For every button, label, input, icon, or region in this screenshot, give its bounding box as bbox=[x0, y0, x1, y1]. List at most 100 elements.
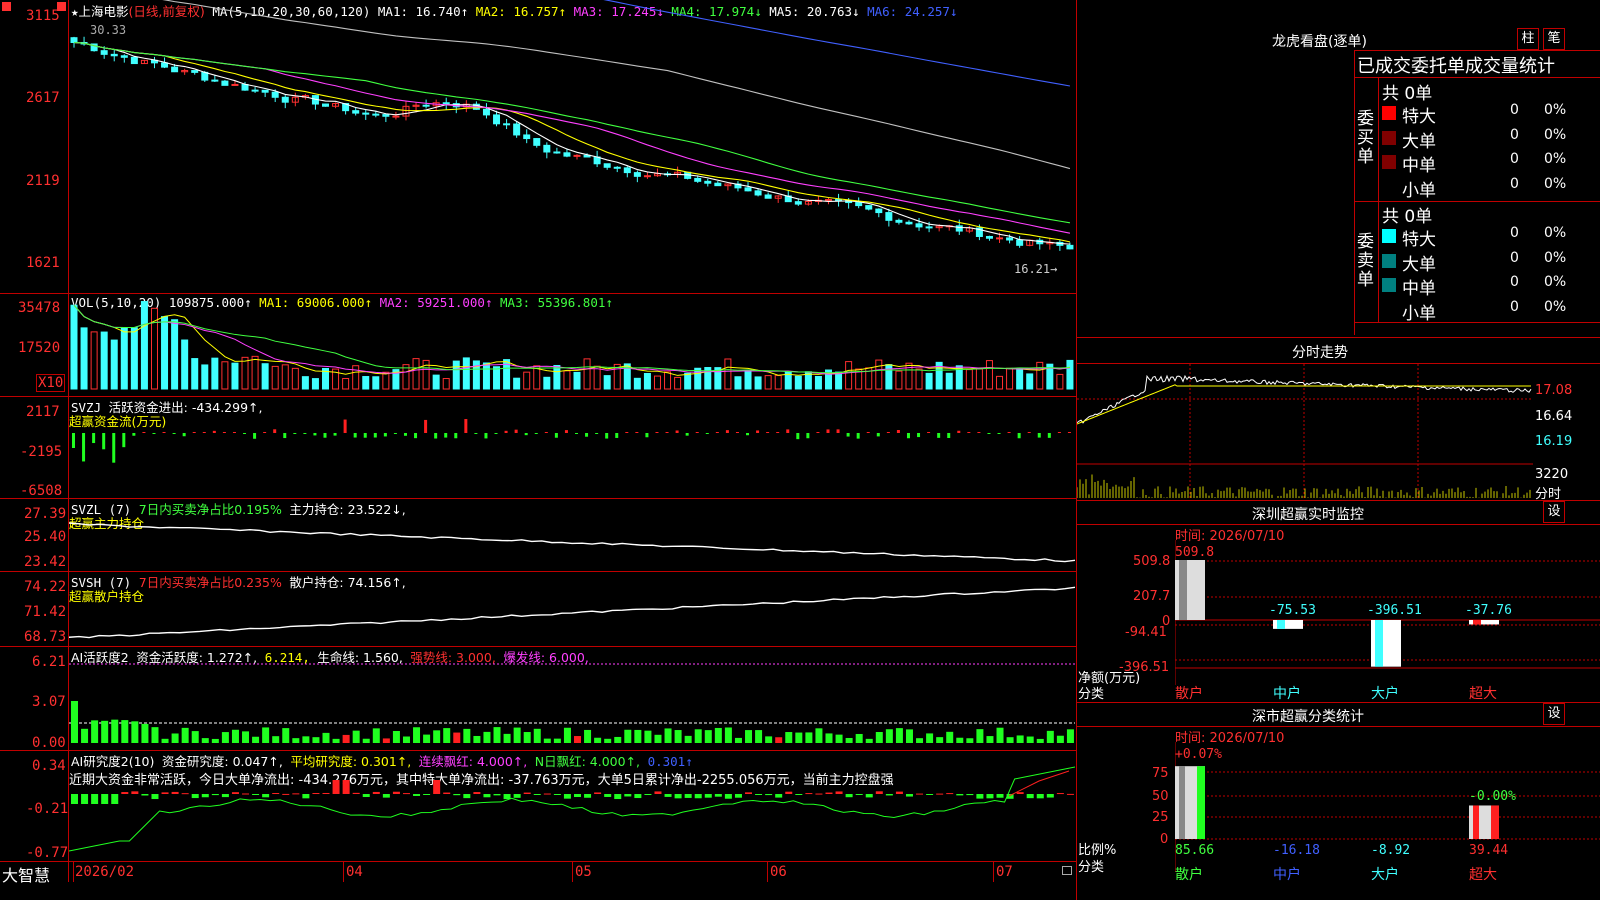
flow-bar bbox=[524, 433, 528, 436]
volume-bar bbox=[110, 339, 118, 390]
research-bar bbox=[221, 794, 229, 798]
research-bar bbox=[946, 793, 954, 795]
main-ytick-0: 3115 bbox=[26, 8, 60, 24]
svzj-chart[interactable] bbox=[69, 397, 1075, 498]
candle bbox=[322, 103, 329, 107]
activity-bar bbox=[312, 737, 320, 743]
ai2-ytick-2: -0.77 bbox=[26, 845, 69, 861]
monitor-settings-button[interactable]: 设 bbox=[1543, 501, 1565, 523]
activity-bar bbox=[302, 736, 310, 743]
candle bbox=[382, 114, 390, 117]
candle bbox=[643, 175, 651, 178]
volume-bar bbox=[573, 371, 581, 390]
research-bar bbox=[493, 794, 501, 796]
flow-bar bbox=[152, 433, 156, 434]
flow-bar bbox=[494, 433, 498, 434]
flow-bar bbox=[977, 432, 981, 433]
volume-bar bbox=[120, 327, 128, 390]
monitor-ytick-0: 509.8 bbox=[1133, 554, 1171, 569]
monitor-value: -75.53 bbox=[1269, 603, 1316, 618]
flow-bar bbox=[615, 433, 619, 438]
research-bar bbox=[986, 794, 994, 799]
intraday-ytick-2: 16.19 bbox=[1535, 434, 1573, 449]
candle bbox=[372, 113, 380, 116]
research-bar bbox=[1016, 792, 1024, 794]
classify-settings-button[interactable]: 设 bbox=[1543, 703, 1565, 725]
flow-bar bbox=[886, 432, 890, 433]
flow-bar bbox=[917, 433, 921, 438]
activity-bar bbox=[382, 738, 390, 743]
tick-view-button[interactable]: 笔 bbox=[1543, 28, 1565, 50]
flow-bar bbox=[212, 430, 216, 433]
svsh-chart[interactable] bbox=[69, 572, 1075, 646]
color-swatch bbox=[1382, 302, 1396, 317]
ai2-chart[interactable] bbox=[69, 751, 1075, 861]
research-bar bbox=[855, 794, 863, 795]
left-chart-area[interactable]: ★上海电影(日线,前复权) MA(5,10,20,30,60,120) MA1:… bbox=[0, 0, 1077, 900]
research-bar bbox=[282, 793, 290, 795]
classify-title: 深市超赢分类统计 bbox=[1252, 709, 1364, 725]
lhb-buy-row: 小单 0 0% bbox=[1382, 176, 1600, 201]
classify-category: 中户 bbox=[1273, 867, 1301, 883]
flow-bar bbox=[997, 433, 1001, 434]
right-panel: 龙虎看盘(逐单) 柱 笔 已成交委托单成交量统计 委买单 共 0单 特大 0 0… bbox=[1077, 0, 1600, 900]
monitor-bar-stripe bbox=[1375, 620, 1383, 667]
activity-bar bbox=[755, 730, 763, 743]
flow-bar bbox=[625, 432, 629, 433]
ai1-chart[interactable] bbox=[69, 647, 1075, 750]
vol-ytick-1: 17520 bbox=[18, 340, 61, 356]
flow-bar bbox=[142, 432, 146, 433]
flow-bar bbox=[263, 432, 267, 433]
color-swatch bbox=[1382, 155, 1396, 169]
classify-chart[interactable]: +0.07% -0.00% 85.66 -16.18 -8.92 39.44 bbox=[1175, 742, 1600, 872]
vol-ma-line bbox=[73, 304, 1071, 376]
research-bar bbox=[574, 794, 581, 798]
activity-bar bbox=[765, 736, 773, 743]
activity-bar bbox=[91, 720, 99, 743]
color-swatch bbox=[1382, 106, 1396, 120]
lhb-row-percent: 0% bbox=[1544, 249, 1567, 266]
activity-bar bbox=[875, 732, 883, 743]
flow-bar bbox=[1057, 432, 1061, 433]
activity-bar bbox=[493, 727, 501, 743]
classify-bar-stripe bbox=[1197, 766, 1205, 839]
svzj-ytick-0: 2117 bbox=[26, 404, 60, 420]
activity-bar bbox=[332, 738, 340, 743]
candle bbox=[110, 53, 118, 57]
research-bar bbox=[322, 792, 330, 794]
bar-view-button[interactable]: 柱 bbox=[1517, 28, 1539, 50]
volume-chart[interactable] bbox=[69, 294, 1075, 396]
monitor-chart[interactable]: 509.8 -75.53 -396.51 -37.76 bbox=[1175, 540, 1600, 685]
research-bar bbox=[684, 794, 692, 798]
price-chart[interactable] bbox=[69, 0, 1075, 293]
candle bbox=[201, 71, 209, 81]
intraday-chart[interactable] bbox=[1077, 364, 1533, 499]
main-ytick-3: 1621 bbox=[26, 255, 60, 271]
classify-category: 大户 bbox=[1371, 867, 1399, 883]
candle bbox=[442, 102, 450, 105]
activity-bar bbox=[704, 730, 712, 743]
svzl-ytick-0: 27.39 bbox=[24, 506, 67, 522]
research-bar bbox=[614, 794, 622, 800]
monitor-value: 509.8 bbox=[1175, 545, 1214, 560]
flow-bar bbox=[253, 433, 257, 439]
svzl-ytick-1: 25.40 bbox=[24, 529, 67, 545]
svzl-chart[interactable] bbox=[69, 499, 1075, 571]
activity-bar bbox=[242, 731, 250, 743]
research-bar bbox=[292, 793, 300, 795]
flow-bar bbox=[806, 433, 810, 439]
volume-bar bbox=[181, 339, 189, 390]
volume-bar bbox=[744, 370, 752, 390]
lock-icon[interactable] bbox=[1062, 866, 1072, 875]
svsh-ytick-2: 68.73 bbox=[24, 629, 67, 645]
flow-bar bbox=[846, 433, 850, 437]
volume-bar bbox=[543, 376, 551, 390]
vol-unit[interactable]: X10 bbox=[36, 374, 66, 392]
activity-bar bbox=[795, 732, 803, 743]
research-bar bbox=[553, 794, 561, 795]
monitor-ytick-3: -94.41 bbox=[1125, 625, 1167, 640]
retail-holding-line bbox=[69, 586, 1075, 639]
volume-bar bbox=[70, 304, 78, 390]
activity-bar bbox=[131, 721, 139, 743]
activity-bar bbox=[1026, 736, 1034, 743]
